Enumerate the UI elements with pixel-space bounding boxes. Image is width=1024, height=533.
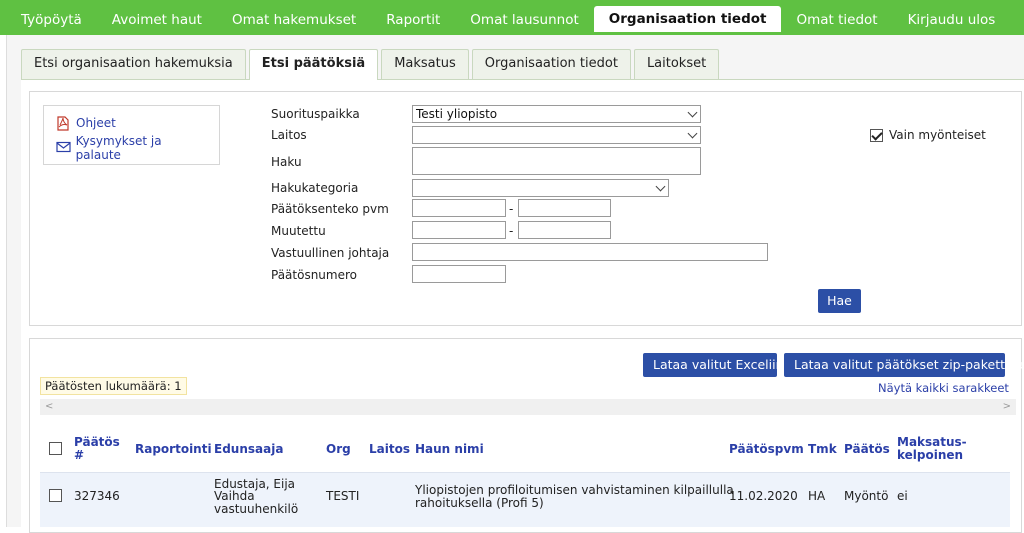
zip-download-button[interactable]: Lataa valitut päätökset zip-pakettina bbox=[784, 353, 1024, 377]
chevron-down-icon bbox=[687, 128, 698, 139]
suorituspaikka-select[interactable]: Testi yliopisto bbox=[412, 105, 701, 123]
result-count-badge: Päätösten lukumäärä: 1 bbox=[40, 377, 187, 395]
column-header-raportointi[interactable]: Raportointi bbox=[135, 443, 212, 456]
cell-text: rahoituksella (Profi 5) bbox=[415, 496, 544, 510]
tab-maksatus[interactable]: Maksatus bbox=[381, 49, 469, 79]
cell-paatospvm: 11.02.2020 bbox=[729, 489, 798, 503]
vastuullinen-johtaja-label: Vastuullinen johtaja bbox=[271, 246, 390, 260]
haku-input[interactable] bbox=[412, 147, 701, 175]
cell-haun-nimi: Yliopistojen profiloitumisen vahvistamin… bbox=[415, 484, 734, 510]
chevron-left-icon[interactable]: < bbox=[45, 399, 53, 415]
ohjeet-label: Ohjeet bbox=[76, 116, 116, 130]
muutettu-to-input[interactable] bbox=[518, 221, 611, 239]
pdf-icon bbox=[56, 116, 72, 131]
column-header-tmk[interactable]: Tmk bbox=[808, 443, 837, 456]
muutettu-from-input[interactable] bbox=[412, 221, 506, 239]
cell-paatos: Myöntö bbox=[844, 489, 889, 503]
horizontal-scrollbar[interactable]: < > bbox=[40, 399, 1016, 415]
envelope-icon bbox=[56, 141, 72, 155]
tab-laitokset[interactable]: Laitokset bbox=[633, 49, 720, 79]
paatosnumero-label: Päätösnumero bbox=[271, 268, 357, 282]
hakukategoria-select[interactable] bbox=[412, 179, 669, 197]
chevron-down-icon bbox=[655, 181, 666, 192]
select-all-checkbox[interactable] bbox=[49, 442, 62, 455]
nav-omat-hakemukset[interactable]: Omat hakemukset bbox=[217, 8, 371, 32]
column-header-laitos[interactable]: Laitos bbox=[369, 443, 410, 456]
hakukategoria-label: Hakukategoria bbox=[271, 181, 359, 195]
column-header-haun-nimi[interactable]: Haun nimi bbox=[415, 443, 484, 456]
laitos-label: Laitos bbox=[271, 128, 307, 142]
sub-tabs: Etsi organisaation hakemuksia Etsi päätö… bbox=[21, 49, 722, 80]
suorituspaikka-label: Suorituspaikka bbox=[271, 107, 360, 121]
chevron-right-icon[interactable]: > bbox=[1003, 399, 1011, 415]
tab-etsi-organisaation-hakemuksia[interactable]: Etsi organisaation hakemuksia bbox=[21, 49, 246, 79]
excel-download-button[interactable]: Lataa valitut Exceliin bbox=[643, 353, 784, 377]
hae-button[interactable]: Hae bbox=[818, 289, 861, 313]
column-header-paatos-num[interactable]: Päätös # bbox=[74, 436, 120, 462]
show-all-columns-link[interactable]: Näytä kaikki sarakkeet bbox=[878, 381, 1009, 395]
kysymykset-palaute-link[interactable]: Kysymykset ja palaute bbox=[56, 134, 207, 162]
vain-myonteiset-checkbox[interactable] bbox=[870, 128, 883, 142]
cell-paatos-num: 327346 bbox=[74, 489, 120, 503]
date-range-dash: - bbox=[509, 224, 514, 238]
date-range-dash: - bbox=[509, 202, 514, 216]
column-header-edunsaaja[interactable]: Edunsaaja bbox=[214, 443, 283, 456]
muutettu-label: Muutettu bbox=[271, 224, 326, 238]
chevron-down-icon bbox=[687, 107, 698, 118]
link-text: vastuuhenkilö bbox=[214, 502, 299, 516]
paatoksenteko-to-input[interactable] bbox=[518, 199, 611, 217]
laitos-select[interactable] bbox=[412, 126, 701, 144]
nav-omat-lausunnot[interactable]: Omat lausunnot bbox=[455, 8, 593, 32]
vain-myonteiset-option[interactable]: Vain myönteiset bbox=[870, 128, 986, 142]
cell-maksatuskelpoinen: ei bbox=[897, 489, 908, 503]
suorituspaikka-value: Testi yliopisto bbox=[416, 107, 498, 121]
tab-etsi-paatoksia[interactable]: Etsi päätöksiä bbox=[248, 49, 379, 80]
haku-label: Haku bbox=[271, 155, 302, 169]
column-header-paatos[interactable]: Päätös bbox=[844, 443, 890, 456]
column-header-maksatuskelpoinen[interactable]: Maksatus- kelpoinen bbox=[897, 436, 967, 462]
paatoksenteko-from-input[interactable] bbox=[412, 199, 506, 217]
nav-avoimet-haut[interactable]: Avoimet haut bbox=[97, 8, 217, 32]
cell-tmk: HA bbox=[808, 489, 826, 503]
nav-omat-tiedot[interactable]: Omat tiedot bbox=[781, 8, 892, 32]
cell-org: TESTI bbox=[326, 489, 360, 503]
vaihda-vastuuhenkilo-link[interactable]: Vaihda vastuuhenkilö bbox=[214, 490, 298, 516]
column-header-text: # bbox=[74, 448, 85, 462]
nav-kirjaudu-ulos[interactable]: Kirjaudu ulos bbox=[893, 8, 1011, 32]
row-checkbox[interactable] bbox=[49, 489, 62, 502]
paatosnumero-input[interactable] bbox=[412, 265, 506, 283]
top-navigation: Työpöytä Avoimet haut Omat hakemukset Ra… bbox=[0, 0, 1024, 35]
ohjeet-link[interactable]: Ohjeet bbox=[56, 116, 207, 131]
nav-raportit[interactable]: Raportit bbox=[371, 8, 455, 32]
tab-organisaation-tiedot[interactable]: Organisaation tiedot bbox=[471, 49, 631, 79]
vain-myonteiset-label: Vain myönteiset bbox=[889, 128, 986, 142]
paatoksenteko-label: Päätöksenteko pvm bbox=[271, 202, 389, 216]
nav-tyopoyta[interactable]: Työpöytä bbox=[6, 8, 97, 32]
nav-organisaation-tiedot[interactable]: Organisaation tiedot bbox=[593, 6, 782, 32]
help-box: Ohjeet Kysymykset ja palaute bbox=[43, 105, 220, 165]
column-header-text: kelpoinen bbox=[897, 448, 964, 462]
column-header-org[interactable]: Org bbox=[326, 443, 351, 456]
column-header-paatospvm[interactable]: Päätöspvm bbox=[729, 443, 804, 456]
vastuullinen-johtaja-input[interactable] bbox=[412, 243, 768, 261]
kysymykset-palaute-label: Kysymykset ja palaute bbox=[75, 134, 162, 162]
